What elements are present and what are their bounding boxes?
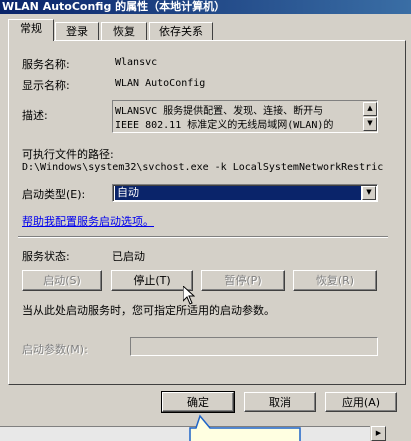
service-status-value: 已启动 <box>112 250 145 263</box>
exe-path-value: D:\Windows\system32\svchost.exe -k Local… <box>22 162 384 173</box>
tab-logon[interactable]: 登录 <box>55 22 99 40</box>
horizontal-scrollbar[interactable] <box>0 426 370 441</box>
help-link[interactable]: 帮助我配置服务启动选项。 <box>22 213 154 229</box>
size-grip <box>388 426 411 441</box>
tab-recovery-label: 恢复 <box>113 25 135 38</box>
description-label: 描述: <box>22 109 48 122</box>
scroll-down-icon[interactable]: ▼ <box>363 117 377 131</box>
description-box[interactable]: WLANSVC 服务提供配置、发现、连接、断开与 IEEE 802.11 标准定… <box>112 100 378 133</box>
scroll-up-icon[interactable]: ▲ <box>363 102 377 116</box>
ok-button[interactable]: 确定 <box>161 391 235 413</box>
tab-general-label: 常规 <box>20 22 42 35</box>
tab-dependencies-label: 依存关系 <box>159 25 203 38</box>
display-name-value: WLAN AutoConfig <box>115 78 206 89</box>
window-title: WLAN AutoConfig 的属性（本地计算机） <box>0 0 411 14</box>
pause-button[interactable]: 暂停(P) <box>201 270 285 291</box>
service-status-label: 服务状态: <box>22 250 70 263</box>
scroll-right-icon[interactable]: ▶ <box>371 426 386 441</box>
start-params-label: 启动参数(M): <box>22 343 88 356</box>
start-params-input[interactable] <box>130 337 378 356</box>
separator <box>18 236 388 238</box>
service-name-value: Wlansvc <box>115 57 158 68</box>
start-button[interactable]: 启动(S) <box>22 270 102 291</box>
display-name-label: 显示名称: <box>22 79 70 92</box>
apply-button[interactable]: 应用(A) <box>325 392 397 412</box>
tooltip-balloon <box>189 414 301 441</box>
exe-path-label: 可执行文件的路径: <box>22 148 114 161</box>
start-hint: 当从此处启动服务时，您可指定所适用的启动参数。 <box>22 304 275 317</box>
tab-recovery[interactable]: 恢复 <box>101 22 147 40</box>
startup-type-label: 启动类型(E): <box>22 188 86 201</box>
cancel-button[interactable]: 取消 <box>244 392 316 412</box>
resume-button[interactable]: 恢复(R) <box>293 270 377 291</box>
tab-general[interactable]: 常规 <box>8 19 54 41</box>
chevron-down-icon[interactable]: ▼ <box>362 186 376 200</box>
startup-type-value: 自动 <box>115 186 361 200</box>
startup-type-select[interactable]: 自动 ▼ <box>112 184 378 202</box>
stop-button[interactable]: 停止(T) <box>111 270 193 291</box>
description-line-1: WLANSVC 服务提供配置、发现、连接、断开与 <box>115 106 324 117</box>
tab-logon-label: 登录 <box>66 25 88 38</box>
service-name-label: 服务名称: <box>22 58 70 71</box>
tab-dependencies[interactable]: 依存关系 <box>149 22 213 40</box>
description-line-2: IEEE 802.11 标准定义的无线局域网(WLAN)的 <box>115 120 334 131</box>
